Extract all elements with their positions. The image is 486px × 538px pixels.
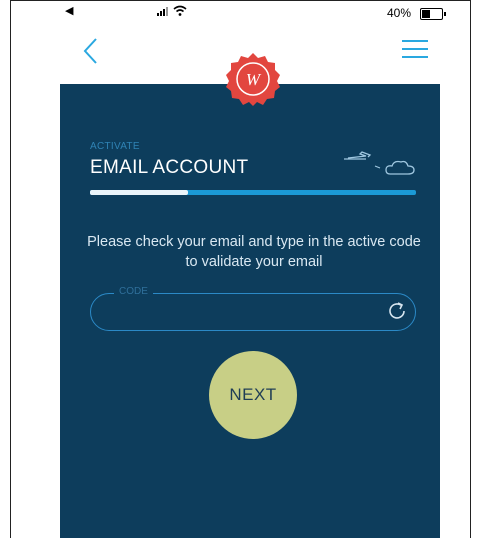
frame-border-left — [10, 0, 11, 538]
status-bar: ◀ 40% — [11, 4, 470, 24]
svg-text:W: W — [246, 70, 262, 89]
back-button[interactable] — [80, 36, 104, 66]
airplane-cloud-illustration-icon — [340, 148, 420, 182]
page-title: EMAIL ACCOUNT — [90, 157, 249, 178]
step-label: ACTIVATE — [90, 141, 140, 152]
cellular-signal-icon — [157, 7, 168, 16]
hamburger-menu-icon — [402, 40, 428, 42]
battery-icon — [420, 8, 446, 20]
battery-percentage: 40% — [387, 6, 412, 20]
instruction-text: Please check your email and type in the … — [87, 234, 421, 270]
progress-bar-fill — [90, 190, 188, 195]
next-button[interactable]: NEXT — [209, 351, 297, 439]
code-input[interactable] — [90, 293, 416, 331]
refresh-icon — [389, 302, 405, 319]
logo-badge: W — [226, 52, 280, 106]
seal-logo-icon: W — [226, 53, 280, 106]
menu-button[interactable] — [402, 40, 428, 60]
frame-border-right — [470, 0, 471, 538]
frame-border-top — [10, 0, 471, 1]
code-input-label: CODE — [114, 286, 153, 297]
wifi-icon — [173, 4, 187, 20]
refresh-button[interactable] — [386, 300, 408, 322]
chevron-left-icon — [83, 38, 97, 64]
status-back-arrow-icon: ◀ — [65, 5, 74, 17]
progress-bar — [90, 190, 416, 195]
